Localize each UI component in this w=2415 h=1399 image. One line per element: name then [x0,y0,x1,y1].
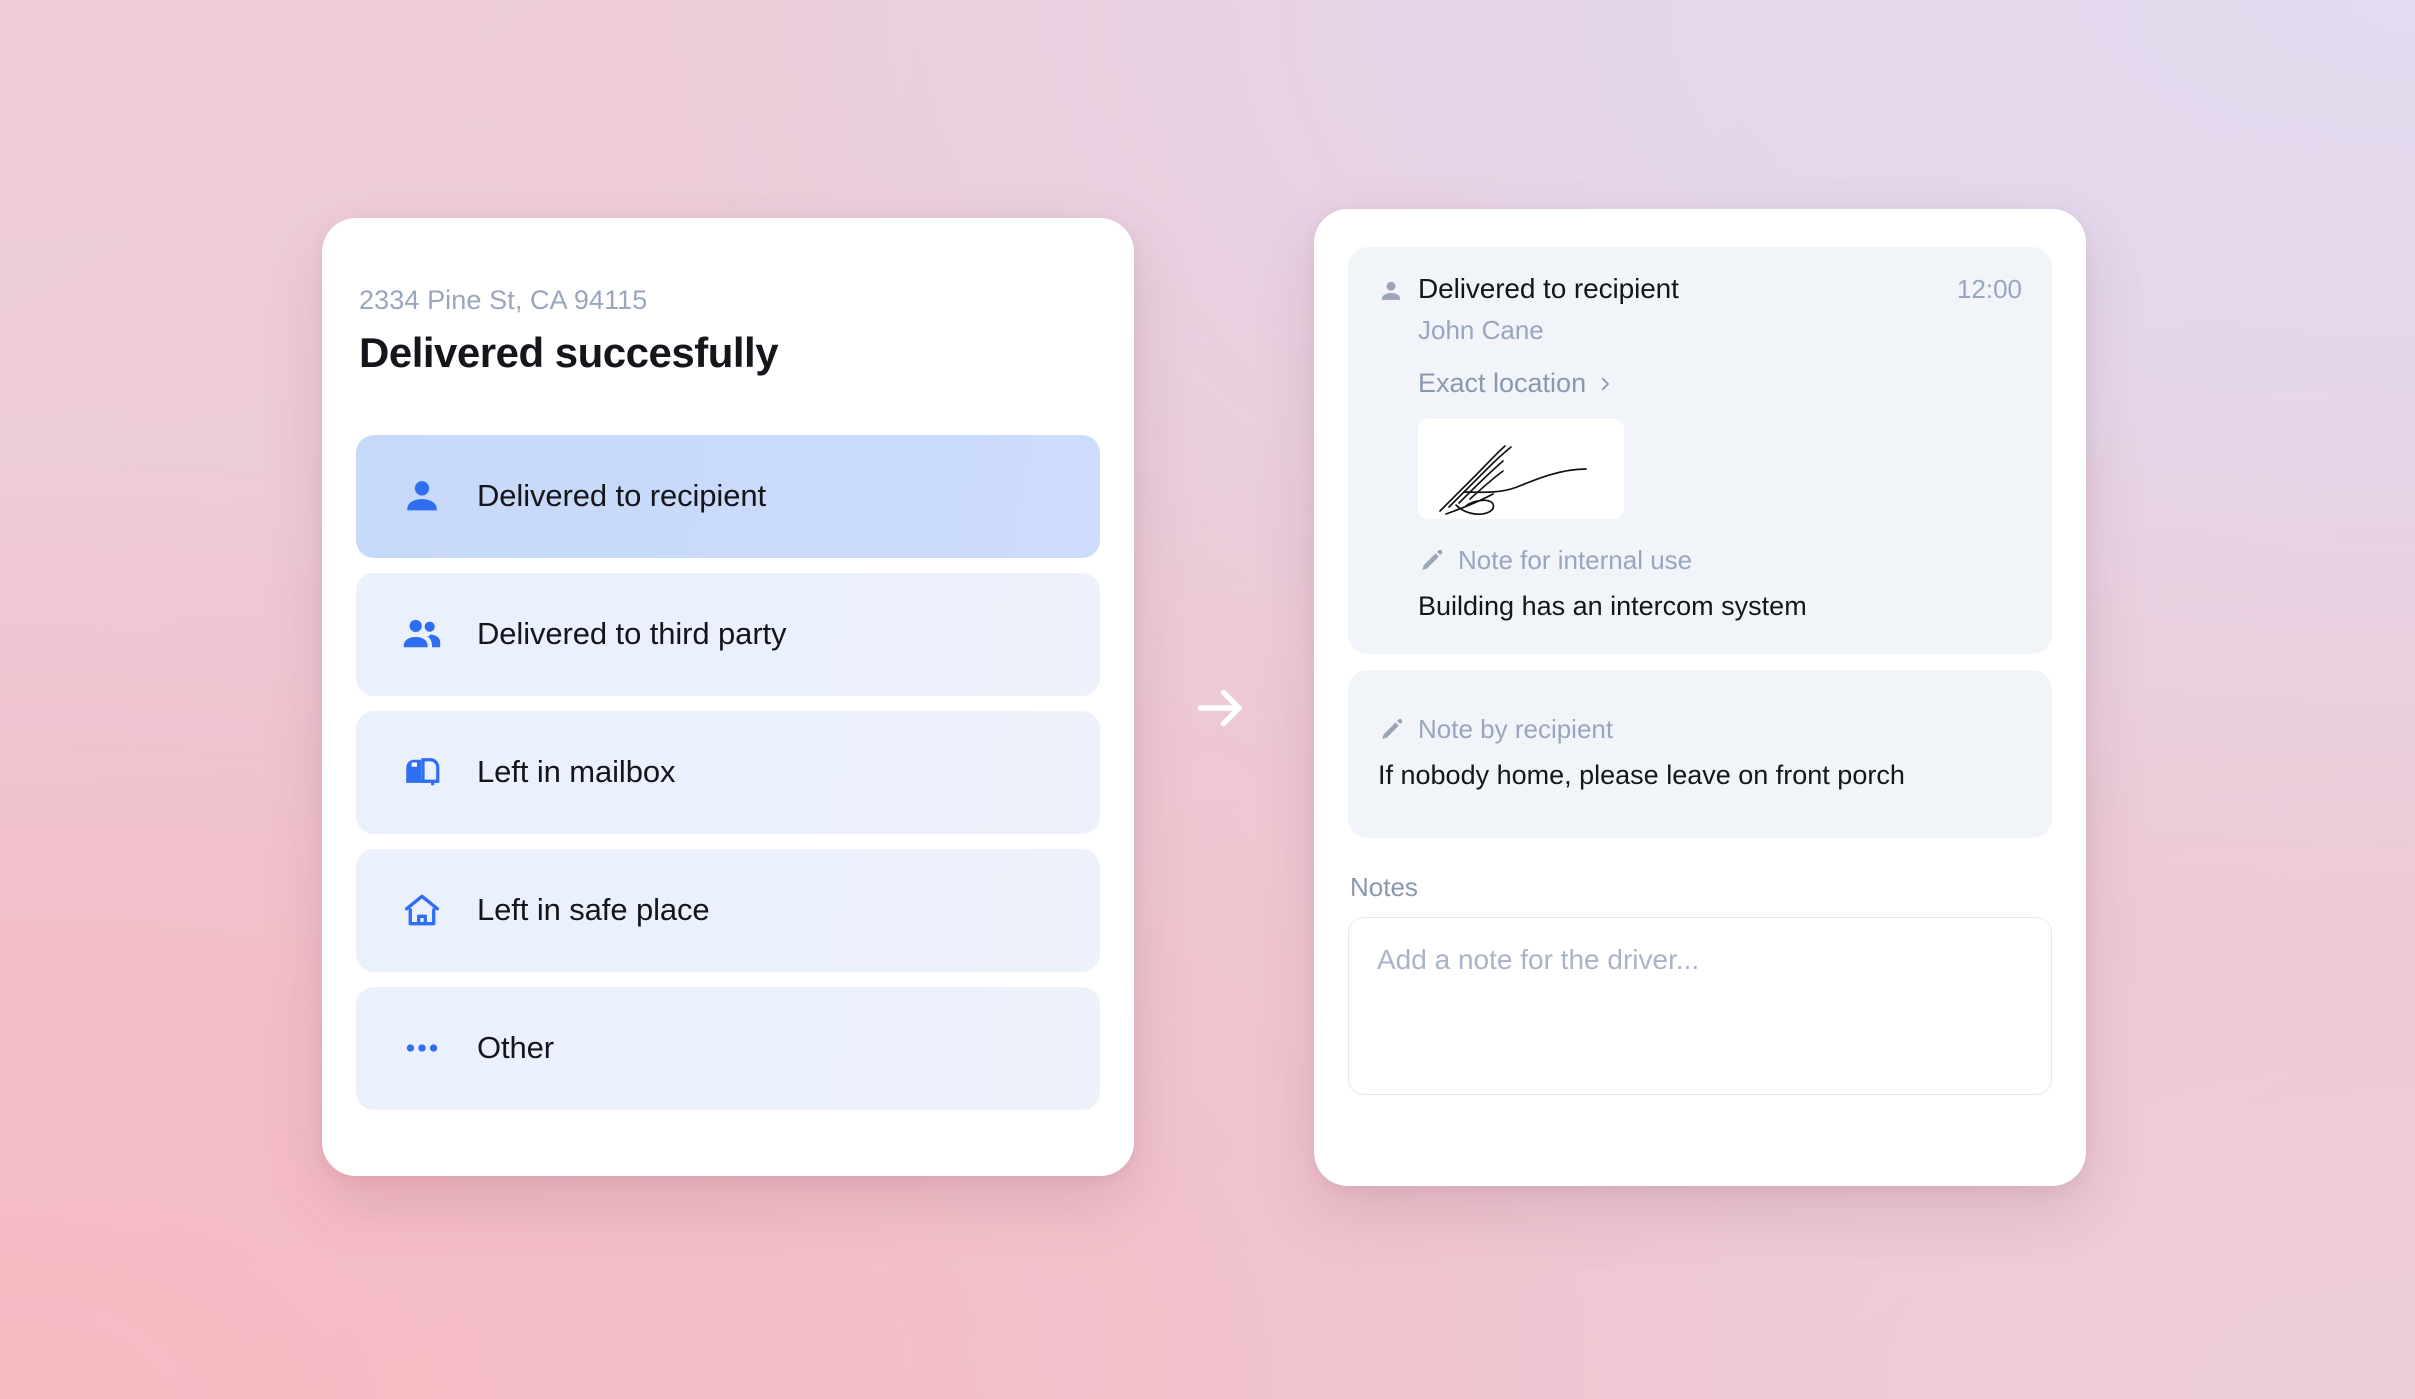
notes-input[interactable] [1348,916,2052,1095]
option-delivered-to-third-party[interactable]: Delivered to third party [356,572,1100,696]
delivery-status-panel: Delivered to recipient 12:00 John Cane E… [1348,247,2052,655]
status-title: Delivered to recipient [1418,273,1679,304]
person-icon [401,475,443,517]
recipient-note-header: Note by recipient [1378,714,2022,745]
person-icon [1378,278,1404,304]
exact-location-link[interactable]: Exact location [1418,368,1614,399]
internal-note-value: Building has an intercom system [1418,591,1807,621]
delivery-details-card: Delivered to recipient 12:00 John Cane E… [1314,209,2086,1186]
pencil-icon [1418,548,1444,574]
internal-note-header: Note for internal use [1418,545,2022,576]
delivery-options-card: 2334 Pine St, CA 94115 Delivered succesf… [322,218,1134,1176]
option-delivered-to-recipient[interactable]: Delivered to recipient [356,434,1100,558]
notes-section: Notes [1348,872,2052,1100]
option-other[interactable]: Other [356,986,1100,1110]
notes-caption: Notes [1350,871,1418,902]
people-icon [401,613,443,655]
internal-note-label: Note for internal use [1458,545,1693,575]
option-label: Delivered to third party [477,616,787,652]
stage: 2334 Pine St, CA 94115 Delivered succesf… [0,0,2415,1399]
mailbox-icon [401,751,443,793]
delivery-option-list: Delivered to recipient Delivered to thir… [322,434,1134,1110]
internal-note-block: Note for internal use Building has an in… [1418,545,2022,624]
option-label: Left in mailbox [477,754,676,790]
recipient-name: John Cane [1418,315,1544,345]
recipient-note-panel: Note by recipient If nobody home, please… [1348,670,2052,838]
option-label: Delivered to recipient [477,478,767,514]
exact-location-label: Exact location [1418,368,1587,398]
delivery-status-header: Delivered to recipient 12:00 John Cane E… [1378,273,2022,624]
left-card-header: 2334 Pine St, CA 94115 Delivered succesf… [322,218,1134,379]
arrow-right-icon [1190,677,1252,739]
recipient-note-block: Note by recipient If nobody home, please… [1378,714,2022,793]
status-timestamp: 12:00 [1956,274,2022,304]
option-left-in-safe-place[interactable]: Left in safe place [356,848,1100,972]
home-icon [401,889,443,931]
option-left-in-mailbox[interactable]: Left in mailbox [356,710,1100,834]
option-label: Other [477,1030,555,1066]
chevron-right-icon [1596,375,1614,393]
ellipsis-icon [401,1027,443,1069]
pencil-icon [1378,717,1404,743]
signature-image [1418,419,1624,519]
page-title: Delivered succesfully [359,329,779,377]
recipient-note-label: Note by recipient [1418,714,1614,745]
address-text: 2334 Pine St, CA 94115 [359,285,648,315]
option-label: Left in safe place [477,892,710,928]
recipient-note-value: If nobody home, please leave on front po… [1378,760,1905,791]
